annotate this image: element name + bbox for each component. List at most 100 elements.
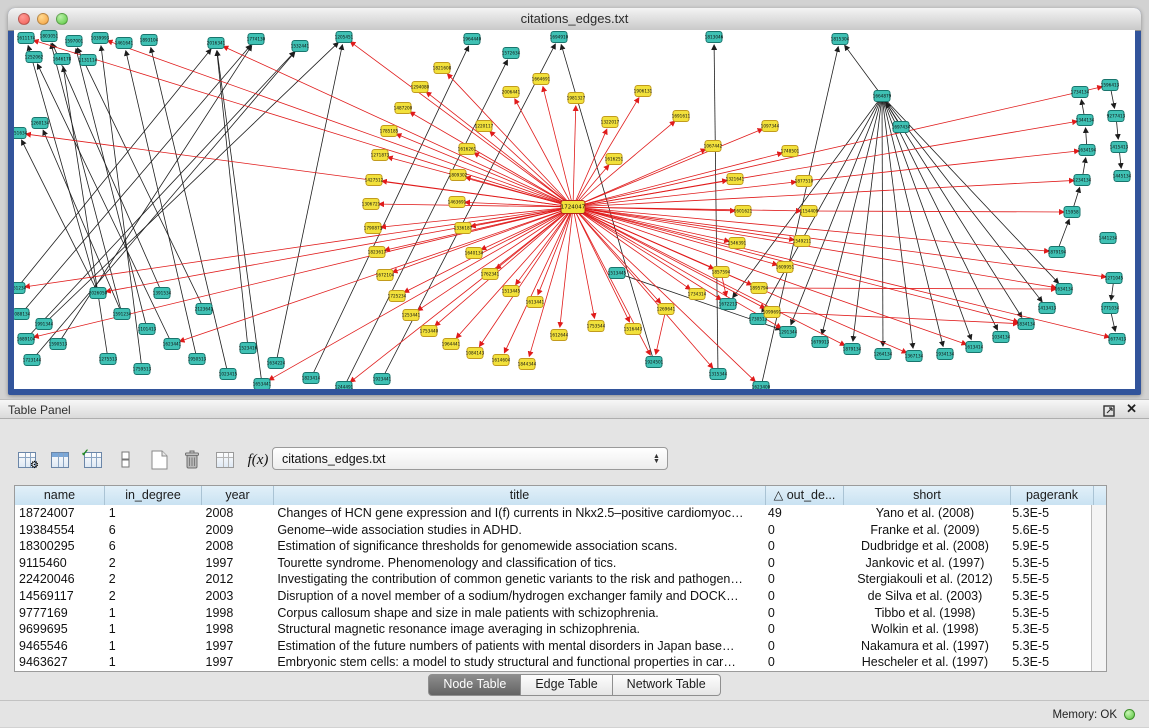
graph-node[interactable]: 1427512 [365, 175, 384, 186]
cell[interactable]: 5.6E-5 [1008, 522, 1091, 539]
graph-edge[interactable] [573, 207, 1109, 337]
cell[interactable]: 0 [764, 654, 842, 671]
graph-edge[interactable] [772, 312, 1018, 324]
graph-node[interactable]: 1834134 [1017, 319, 1036, 330]
graph-edge[interactable] [804, 151, 1079, 181]
cell[interactable]: 2009 [202, 522, 274, 539]
graph-node[interactable]: 1205451 [335, 32, 354, 43]
cell[interactable]: 1 [105, 621, 202, 638]
edit-table-button[interactable]: ✓ [80, 447, 106, 473]
graph-node[interactable]: 1294080 [411, 82, 430, 93]
graph-node[interactable]: 1634134 [1055, 284, 1074, 295]
function-builder-button[interactable]: f(x) [245, 447, 271, 473]
graph-node[interactable]: 1131114 [79, 55, 98, 66]
graph-node[interactable]: 1088134 [14, 309, 31, 320]
cell[interactable]: 5.3E-5 [1008, 505, 1091, 522]
graph-node[interactable]: 1546391 [728, 238, 747, 249]
cell[interactable]: 5.3E-5 [1008, 621, 1091, 638]
graph-node[interactable]: 1612644 [550, 330, 569, 341]
graph-node[interactable]: 1322017 [601, 117, 620, 128]
cell[interactable]: 2012 [202, 571, 274, 588]
graph-node[interactable]: 1803051 [40, 31, 59, 42]
cell[interactable]: 0 [764, 588, 842, 605]
graph-edge[interactable] [543, 87, 573, 207]
graph-node[interactable]: 1877510 [795, 176, 814, 187]
graph-node[interactable]: 1415413 [1110, 142, 1129, 153]
graph-node[interactable]: 1549211 [793, 236, 812, 247]
cell[interactable]: Stergiakouli et al. (2012) [842, 571, 1009, 588]
graph-node[interactable]: 1844344 [518, 359, 537, 370]
graph-node[interactable]: 1964440 [463, 34, 482, 45]
column-header-pagerank[interactable]: pagerank [1011, 486, 1094, 505]
graph-node[interactable]: 2123641 [195, 304, 214, 315]
graph-node[interactable]: 1616261 [458, 144, 477, 155]
table-row[interactable]: 1456911722003Disruption of a novel membe… [15, 588, 1091, 605]
graph-node[interactable]: 1981327 [567, 93, 586, 104]
graph-edge[interactable] [58, 46, 252, 344]
cell[interactable]: 0 [764, 621, 842, 638]
graph-edge[interactable] [573, 207, 794, 240]
graph-node[interactable]: 1532441 [291, 41, 310, 52]
graph-edge[interactable] [418, 207, 573, 311]
graph-node[interactable]: 1679913 [811, 337, 830, 348]
graph-node[interactable]: 1934134 [936, 349, 955, 360]
graph-node[interactable]: 1101413 [138, 324, 157, 335]
cell[interactable]: Tourette syndrome. Phenomenology and cla… [273, 555, 764, 572]
graph-edge[interactable] [108, 41, 573, 207]
cell[interactable]: Changes of HCN gene expression and I(f) … [273, 505, 764, 522]
graph-edge[interactable] [573, 207, 1018, 322]
column-header-title[interactable]: title [274, 486, 766, 505]
column-header-short[interactable]: short [844, 486, 1011, 505]
cell[interactable]: Genome–wide association studies in ADHD. [273, 522, 764, 539]
cell[interactable]: 1 [105, 605, 202, 622]
graph-node[interactable]: 1613414 [965, 342, 984, 353]
cell[interactable]: 9699695 [15, 621, 105, 638]
tab-node-table[interactable]: Node Table [428, 674, 521, 696]
column-header-in_degree[interactable]: in_degree [105, 486, 202, 505]
graph-node[interactable]: 1879194 [1048, 247, 1067, 258]
cell[interactable]: 9463627 [15, 654, 105, 671]
cell[interactable]: 0 [764, 555, 842, 572]
graph-node[interactable]: 1640134 [465, 248, 484, 259]
cell[interactable]: 1998 [202, 605, 274, 622]
graph-edge[interactable] [573, 121, 1077, 207]
graph-edge[interactable] [76, 49, 147, 329]
table-row[interactable]: 2242004622012Investigating the contribut… [15, 571, 1091, 588]
graph-node[interactable]: 1813046 [705, 32, 724, 43]
new-column-button[interactable] [146, 447, 172, 473]
graph-edge[interactable] [573, 87, 1102, 207]
graph-node[interactable]: 1823414 [302, 373, 321, 384]
graph-node[interactable]: 1653441 [253, 379, 272, 390]
cell[interactable]: 1997 [202, 654, 274, 671]
cell[interactable]: 1 [105, 505, 202, 522]
graph-node[interactable]: 1597001 [65, 36, 84, 47]
cell[interactable]: Estimation of the future numbers of pati… [273, 638, 764, 655]
graph-node[interactable]: 1762341 [481, 269, 500, 280]
graph-edge[interactable] [17, 49, 211, 288]
cell[interactable]: Tibbo et al. (1998) [842, 605, 1009, 622]
cell[interactable]: 1997 [202, 638, 274, 655]
table-select-dropdown[interactable]: citations_edges.txt ▲▼ [272, 447, 668, 470]
cell[interactable]: Franke et al. (2009) [842, 522, 1009, 539]
cell[interactable]: 1997 [202, 555, 274, 572]
cell[interactable]: 5.3E-5 [1008, 654, 1091, 671]
table-row[interactable]: 1872400712008Changes of HCN gene express… [15, 505, 1091, 522]
graph-node[interactable]: 1271873 [371, 150, 390, 161]
graph-node[interactable]: 1463691 [448, 197, 467, 208]
cell[interactable]: 0 [764, 638, 842, 655]
graph-node[interactable]: 1253441 [402, 310, 421, 321]
delete-table-button[interactable] [212, 447, 238, 473]
graph-node[interactable]: 1487200 [394, 103, 413, 114]
graph-node[interactable]: 1664879 [873, 91, 892, 102]
cell[interactable]: 5.3E-5 [1008, 555, 1091, 572]
cell[interactable]: 1998 [202, 621, 274, 638]
cell[interactable]: 5.9E-5 [1008, 538, 1091, 555]
graph-node[interactable]: 1759513 [133, 364, 152, 375]
graph-edge[interactable] [51, 44, 122, 314]
graph-node[interactable]: 1689104 [17, 334, 36, 345]
graph-edge[interactable] [217, 51, 248, 348]
graph-edge[interactable] [106, 207, 573, 292]
cell[interactable]: 2 [105, 571, 202, 588]
graph-node[interactable]: 1391534 [153, 288, 172, 299]
graph-edge[interactable] [759, 288, 1056, 289]
